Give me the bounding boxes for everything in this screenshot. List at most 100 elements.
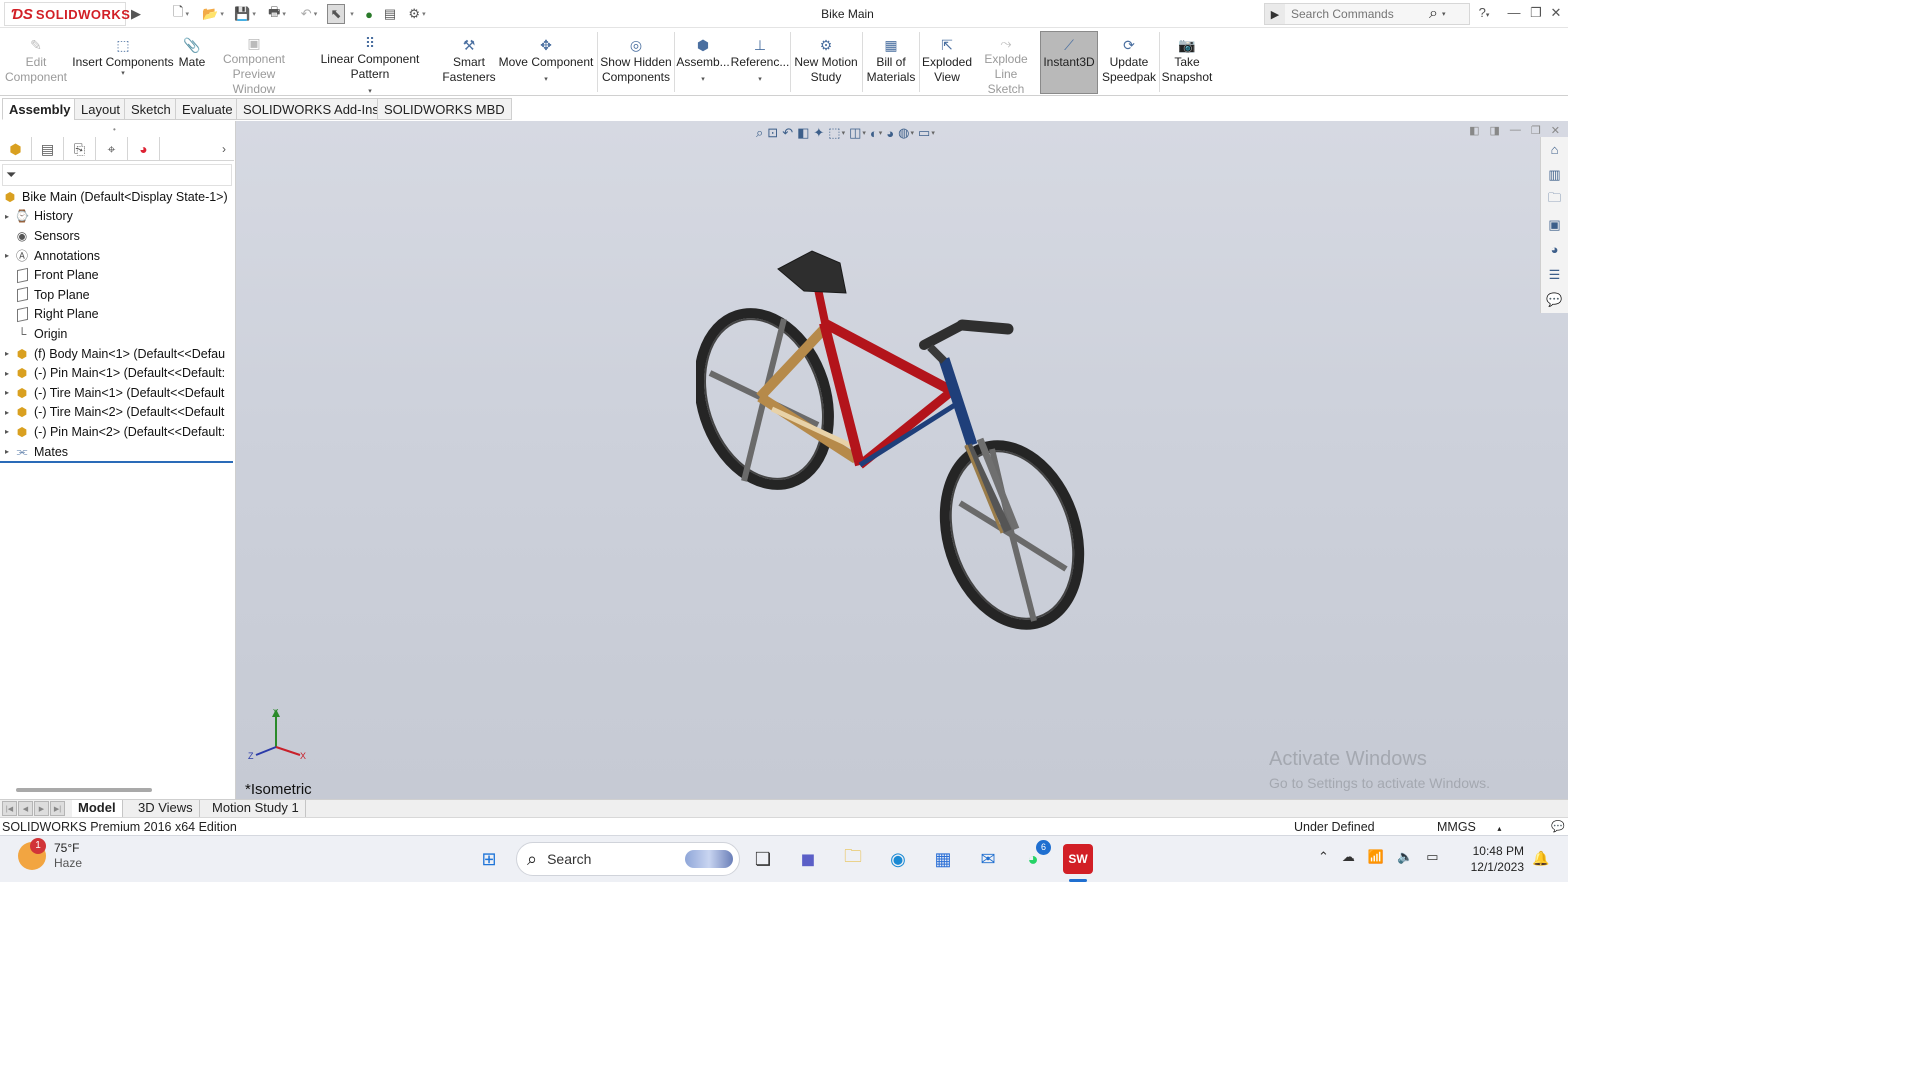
- tree-item-mates[interactable]: ▸ ⫘ Mates: [0, 442, 234, 462]
- handlebar[interactable]: [919, 319, 1014, 364]
- chevron-up-icon[interactable]: ⌃: [1318, 849, 1329, 865]
- expand-arrow-icon[interactable]: ▸: [0, 251, 14, 260]
- propertymanager-tab-icon[interactable]: ▤: [32, 137, 64, 161]
- edge-browser-icon[interactable]: ◉: [883, 844, 913, 874]
- quick-tips-icon[interactable]: 💬: [1551, 820, 1565, 833]
- mail-icon[interactable]: ✉: [973, 844, 1003, 874]
- close-icon[interactable]: ✕: [1546, 5, 1566, 21]
- file-explorer-icon[interactable]: 🗀: [838, 844, 868, 874]
- tree-item-sensors[interactable]: ◉ Sensors: [0, 226, 234, 246]
- tree-item-pin-main-1[interactable]: ▸ ⬢ (-) Pin Main<1> (Default<<Default:: [0, 363, 234, 383]
- tab-model[interactable]: Model: [72, 800, 123, 817]
- rebuild-icon[interactable]: ●: [361, 4, 377, 24]
- viewport-close-icon[interactable]: ✕: [1551, 124, 1560, 137]
- graphics-area[interactable]: ⌕ ⊡ ↶ ◧ ✦ ⬚ ▾ ◫ ▾ ◐ ▾ ◕ ◍ ▾ ▭ ▾ ◧ ◨ — ❐ ✕ ⌂ ▥…: [236, 121, 1568, 799]
- units-selector[interactable]: MMGS ▴: [1437, 820, 1501, 834]
- taskbar-search[interactable]: ⌕ Search: [516, 842, 740, 876]
- edit-component-button[interactable]: ✎ Edit Component: [4, 32, 68, 94]
- last-tab-icon[interactable]: ▶|: [50, 801, 65, 816]
- solidworks-taskbar-icon[interactable]: SW: [1063, 844, 1093, 874]
- expand-arrow-icon[interactable]: ▸: [0, 388, 14, 397]
- search-dropdown-icon[interactable]: ▾: [1442, 10, 1446, 18]
- tree-item-tire-main-2[interactable]: ▸ ⬢ (-) Tire Main<2> (Default<<Default: [0, 403, 234, 423]
- tab-solidworks-addins[interactable]: SOLIDWORKS Add-Ins: [236, 98, 386, 120]
- seat[interactable]: [777, 250, 847, 294]
- view-palette-icon[interactable]: ▣: [1541, 212, 1569, 237]
- chevron-down-icon[interactable]: ▾: [701, 76, 705, 84]
- tree-item-top-plane[interactable]: Top Plane: [0, 285, 234, 305]
- print-icon[interactable]: 🖶 ▾: [262, 4, 292, 24]
- search-commands-input[interactable]: [1285, 7, 1425, 21]
- tree-item-origin[interactable]: └ Origin: [0, 324, 234, 344]
- tab-assembly[interactable]: Assembly: [2, 98, 78, 120]
- minimize-icon[interactable]: —: [1504, 5, 1524, 20]
- viewport-restore-icon[interactable]: ❐: [1531, 124, 1541, 137]
- tile-right-icon[interactable]: ◨: [1490, 124, 1500, 137]
- tree-item-body-main-1[interactable]: ▸ ⬢ (f) Body Main<1> (Default<<Defau: [0, 344, 234, 364]
- file-explorer-icon[interactable]: 🗀: [1541, 187, 1569, 212]
- expand-arrow-icon[interactable]: ▸: [0, 369, 14, 378]
- reference-geometry-button[interactable]: ⊥ Referenc... ▾: [731, 32, 790, 94]
- tree-item-front-plane[interactable]: Front Plane: [0, 265, 234, 285]
- microsoft-store-icon[interactable]: ▦: [928, 844, 958, 874]
- featuremanager-tab-icon[interactable]: ⬢: [0, 137, 32, 161]
- chevron-down-icon[interactable]: ▾: [121, 70, 125, 78]
- search-commands-box[interactable]: ▶ ⌕ ▾: [1264, 3, 1470, 25]
- tree-item-history[interactable]: ▸ ⌚ History: [0, 207, 234, 227]
- expand-arrow-icon[interactable]: ▸: [0, 427, 14, 436]
- rollback-bar[interactable]: [0, 461, 233, 463]
- instant3d-button[interactable]: ⟋ Instant3D: [1040, 31, 1098, 94]
- head-tube[interactable]: [938, 357, 978, 447]
- volume-icon[interactable]: 🔈: [1397, 849, 1413, 865]
- new-motion-study-button[interactable]: ⚙ New Motion Study: [793, 32, 859, 94]
- options-gear-icon[interactable]: ⚙ ▾: [402, 4, 432, 24]
- mate-button[interactable]: 📎 Mate: [175, 32, 209, 94]
- tree-filter[interactable]: ⏷: [2, 164, 232, 186]
- zoom-to-area-icon[interactable]: ⊡: [767, 125, 778, 141]
- tab-motion-study-1[interactable]: Motion Study 1: [206, 800, 306, 817]
- new-document-icon[interactable]: 🗋 ▾: [166, 4, 196, 24]
- chevron-right-icon[interactable]: ›: [214, 137, 234, 160]
- dimxpert-tab-icon[interactable]: ⌖: [96, 137, 128, 161]
- appearances-icon[interactable]: ◕: [1541, 237, 1569, 262]
- panel-handle-icon[interactable]: •: [113, 125, 116, 134]
- insert-components-button[interactable]: ⬚ Insert Components ▾: [72, 32, 174, 94]
- tree-item-tire-main-1[interactable]: ▸ ⬢ (-) Tire Main<1> (Default<<Default: [0, 383, 234, 403]
- component-preview-button[interactable]: ▣ Component Preview Window: [210, 32, 298, 97]
- tab-solidworks-mbd[interactable]: SOLIDWORKS MBD: [377, 98, 512, 120]
- apply-scene-icon[interactable]: ◍: [898, 125, 909, 141]
- tab-sketch[interactable]: Sketch: [124, 98, 178, 120]
- solidworks-resources-icon[interactable]: ⌂: [1541, 137, 1569, 162]
- chevron-down-icon[interactable]: ▾: [758, 76, 762, 84]
- displaymanager-tab-icon[interactable]: ◕: [128, 137, 160, 161]
- dynamic-annotation-icon[interactable]: ✦: [813, 125, 824, 141]
- tree-item-right-plane[interactable]: Right Plane: [0, 305, 234, 325]
- previous-view-icon[interactable]: ↶: [782, 125, 793, 141]
- viewport-minimize-icon[interactable]: —: [1510, 124, 1521, 137]
- custom-properties-icon[interactable]: ☰: [1541, 262, 1569, 287]
- teams-chat-icon[interactable]: ◼: [793, 844, 823, 874]
- task-view-icon[interactable]: ❏: [748, 844, 778, 874]
- expand-arrow-icon[interactable]: ▸: [0, 349, 14, 358]
- clock[interactable]: 10:48 PM 12/1/2023: [1470, 843, 1524, 875]
- take-snapshot-button[interactable]: 📷 Take Snapshot: [1161, 32, 1213, 94]
- section-view-icon[interactable]: ◧: [797, 125, 809, 141]
- hide-show-items-icon[interactable]: ◐: [870, 126, 878, 141]
- view-settings-icon[interactable]: ▭: [918, 125, 930, 141]
- battery-icon[interactable]: ▭: [1426, 849, 1438, 865]
- exploded-view-button[interactable]: ⇱ Exploded View: [921, 32, 973, 94]
- smart-fasteners-button[interactable]: ⚒ Smart Fasteners: [442, 32, 495, 94]
- select-dropdown-icon[interactable]: ▾: [346, 4, 356, 24]
- onedrive-icon[interactable]: ☁: [1342, 849, 1355, 865]
- zoom-to-fit-icon[interactable]: ⌕: [756, 125, 763, 141]
- view-orientation-icon[interactable]: ⬚: [828, 125, 840, 141]
- tree-root[interactable]: ⬢ Bike Main (Default<Display State-1>): [0, 187, 234, 207]
- command-prompt-icon[interactable]: ▶: [1265, 4, 1285, 24]
- move-component-button[interactable]: ✥ Move Component ▾: [498, 32, 594, 94]
- first-tab-icon[interactable]: |◀: [2, 801, 17, 816]
- edit-appearance-icon[interactable]: ◕: [886, 126, 894, 141]
- start-icon[interactable]: ⊞: [474, 844, 504, 874]
- configurationmanager-tab-icon[interactable]: ⎘: [64, 137, 96, 161]
- tab-3d-views[interactable]: 3D Views: [132, 800, 200, 817]
- update-speedpak-button[interactable]: ⟳ Update Speedpak: [1101, 32, 1157, 94]
